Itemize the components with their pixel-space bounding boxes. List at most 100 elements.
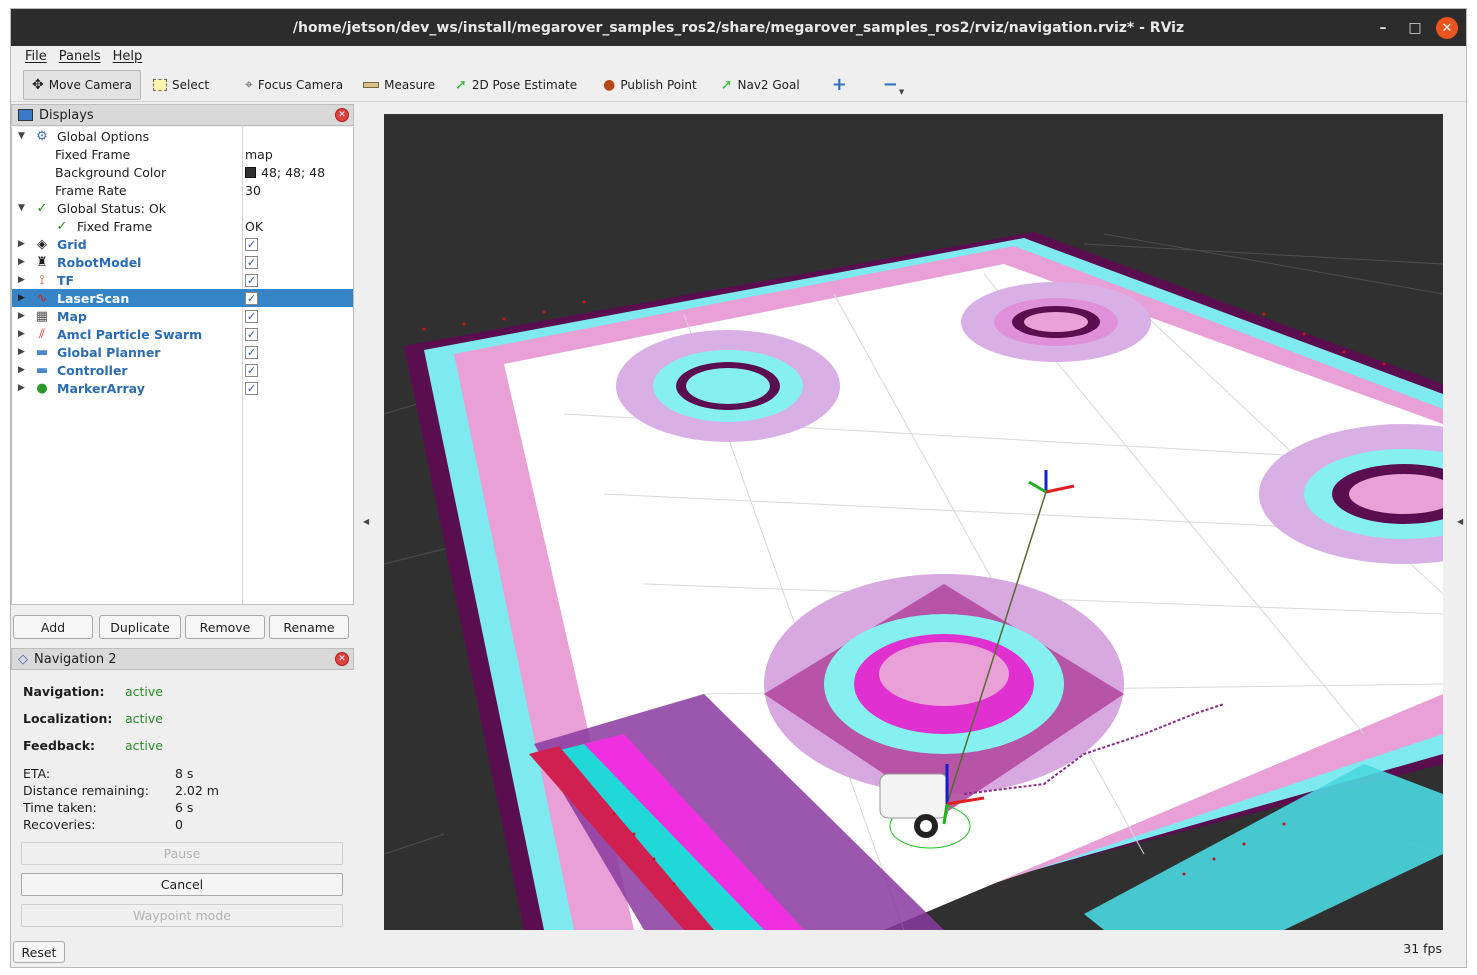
enable-checkbox[interactable]: ✓ bbox=[245, 255, 258, 269]
expand-arrow-icon[interactable]: ▼ bbox=[18, 131, 28, 141]
enable-checkbox[interactable]: ✓ bbox=[245, 381, 258, 395]
expand-arrow-icon[interactable]: ▶ bbox=[18, 293, 28, 303]
display-amcl-particle-swarm[interactable]: ▶ ⫽ Amcl Particle Swarm ✓ bbox=[12, 325, 353, 343]
window-title: /home/jetson/dev_ws/install/megarover_sa… bbox=[292, 19, 1185, 36]
distance-row: Distance remaining: 2.02 m bbox=[23, 782, 342, 799]
menu-panels[interactable]: Panels bbox=[53, 49, 107, 64]
enable-checkbox[interactable]: ✓ bbox=[245, 327, 258, 341]
publish-point-tool[interactable]: ● Publish Point bbox=[595, 70, 705, 100]
navigation-panel-body: Navigation: active Localization: active … bbox=[11, 670, 354, 935]
expand-arrow-icon[interactable]: ▶ bbox=[18, 239, 28, 249]
fixed-frame-value[interactable]: map bbox=[245, 147, 273, 162]
distance-label: Distance remaining: bbox=[23, 783, 149, 798]
display-global-planner[interactable]: ▶ ▬ Global Planner ✓ bbox=[12, 343, 353, 361]
focus-camera-label: Focus Camera bbox=[257, 77, 344, 92]
gear-icon: ⚙ bbox=[36, 128, 48, 144]
robot-icon: ♜ bbox=[36, 254, 48, 270]
remove-tool-button[interactable]: − ▼ bbox=[875, 70, 912, 100]
frame-rate-value[interactable]: 30 bbox=[245, 183, 261, 198]
menu-file[interactable]: File bbox=[19, 49, 53, 64]
color-swatch bbox=[245, 166, 256, 178]
remove-display-button[interactable]: Remove bbox=[185, 615, 265, 639]
display-grid[interactable]: ▶ ◈ Grid ✓ bbox=[12, 235, 353, 253]
measure-tool[interactable]: Measure bbox=[355, 70, 443, 100]
tree-row-frame-rate[interactable]: Frame Rate 30 bbox=[12, 181, 353, 199]
checkmark-icon: ✓ bbox=[36, 200, 48, 216]
pose-estimate-tool[interactable]: ➚ 2D Pose Estimate bbox=[447, 70, 585, 100]
tree-row-status-fixed-frame[interactable]: ✓ Fixed Frame OK bbox=[12, 217, 353, 235]
expand-arrow-icon[interactable]: ▶ bbox=[18, 311, 28, 321]
distance-value: 2.02 m bbox=[175, 783, 219, 798]
plus-icon: + bbox=[831, 74, 847, 95]
display-name: Global Planner bbox=[57, 344, 161, 360]
displays-panel-header: Displays ✕ bbox=[11, 104, 354, 126]
expand-arrow-icon[interactable]: ▶ bbox=[18, 275, 28, 285]
add-tool-button[interactable]: + bbox=[824, 70, 855, 100]
maximize-button[interactable]: □ bbox=[1404, 17, 1426, 39]
map-pin-icon: ● bbox=[603, 76, 616, 93]
display-name: RobotModel bbox=[57, 254, 142, 270]
add-display-button[interactable]: Add bbox=[13, 615, 93, 639]
select-tool[interactable]: Select bbox=[145, 70, 217, 100]
tree-row-global-options[interactable]: ▼ ⚙ Global Options bbox=[12, 127, 353, 145]
navigation-close-button[interactable]: ✕ bbox=[335, 652, 349, 666]
ruler-icon bbox=[363, 81, 380, 88]
frame-rate-label: Frame Rate bbox=[55, 182, 127, 198]
navigation-status: Navigation: active bbox=[23, 678, 342, 705]
displays-button-row: Add Duplicate Remove Rename bbox=[11, 605, 354, 649]
laser-scan-icon: ∿ bbox=[36, 290, 48, 306]
display-robotmodel[interactable]: ▶ ♜ RobotModel ✓ bbox=[12, 253, 353, 271]
expand-arrow-icon[interactable]: ▶ bbox=[18, 383, 28, 393]
3d-viewport[interactable] bbox=[384, 114, 1443, 930]
enable-checkbox[interactable]: ✓ bbox=[245, 345, 258, 359]
tree-row-background-color[interactable]: Background Color 48; 48; 48 bbox=[12, 163, 353, 181]
focus-camera-tool[interactable]: ⌖ Focus Camera bbox=[237, 70, 351, 100]
expand-arrow-icon[interactable]: ▼ bbox=[18, 203, 28, 213]
collapse-left-arrow-icon[interactable]: ◀ bbox=[363, 517, 369, 526]
particle-icon: ⫽ bbox=[39, 326, 45, 342]
recoveries-label: Recoveries: bbox=[23, 817, 96, 832]
move-camera-tool[interactable]: ✥ Move Camera bbox=[23, 69, 141, 100]
map-render bbox=[384, 232, 1443, 930]
enable-checkbox[interactable]: ✓ bbox=[245, 237, 258, 251]
rename-display-button[interactable]: Rename bbox=[269, 615, 349, 639]
monitor-icon bbox=[18, 109, 33, 121]
display-controller[interactable]: ▶ ▬ Controller ✓ bbox=[12, 361, 353, 379]
expand-arrow-icon[interactable]: ▶ bbox=[18, 257, 28, 267]
display-name: MarkerArray bbox=[57, 380, 145, 396]
background-color-value[interactable]: 48; 48; 48 bbox=[245, 165, 325, 180]
localization-status: Localization: active bbox=[23, 705, 342, 732]
diamond-icon: ◇ bbox=[18, 651, 28, 667]
displays-close-button[interactable]: ✕ bbox=[335, 108, 349, 122]
expand-arrow-icon[interactable]: ▶ bbox=[18, 347, 28, 357]
nav2-goal-tool[interactable]: ➚ Nav2 Goal bbox=[713, 70, 808, 100]
duplicate-display-button[interactable]: Duplicate bbox=[99, 615, 181, 639]
time-row: Time taken: 6 s bbox=[23, 799, 342, 816]
enable-checkbox[interactable]: ✓ bbox=[245, 291, 258, 305]
select-icon bbox=[153, 78, 167, 91]
localization-value: active bbox=[125, 711, 163, 726]
display-tf[interactable]: ▶ ⟟ TF ✓ bbox=[12, 271, 353, 289]
enable-checkbox[interactable]: ✓ bbox=[245, 273, 258, 287]
focus-camera-icon: ⌖ bbox=[245, 76, 253, 93]
display-map[interactable]: ▶ ▦ Map ✓ bbox=[12, 307, 353, 325]
eta-label: ETA: bbox=[23, 766, 51, 781]
cancel-button[interactable]: Cancel bbox=[21, 873, 343, 896]
map-icon: ▦ bbox=[35, 308, 49, 324]
navigation-panel-header: ◇ Navigation 2 ✕ bbox=[11, 648, 354, 670]
collapse-right-arrow-icon[interactable]: ◀ bbox=[1457, 517, 1463, 526]
display-laserscan[interactable]: ▶ ∿ LaserScan ✓ bbox=[12, 289, 353, 307]
reset-button[interactable]: Reset bbox=[13, 941, 65, 963]
minimize-button[interactable]: – bbox=[1372, 17, 1394, 39]
pause-button[interactable]: Pause bbox=[21, 842, 343, 865]
menu-help[interactable]: Help bbox=[107, 49, 149, 64]
close-window-button[interactable]: ✕ bbox=[1436, 17, 1458, 39]
tree-row-fixed-frame[interactable]: Fixed Frame map bbox=[12, 145, 353, 163]
expand-arrow-icon[interactable]: ▶ bbox=[18, 365, 28, 375]
display-markerarray[interactable]: ▶ ● MarkerArray ✓ bbox=[12, 379, 353, 397]
enable-checkbox[interactable]: ✓ bbox=[245, 309, 258, 323]
tree-row-global-status[interactable]: ▼ ✓ Global Status: Ok bbox=[12, 199, 353, 217]
waypoint-mode-button[interactable]: Waypoint mode bbox=[21, 904, 343, 927]
expand-arrow-icon[interactable]: ▶ bbox=[18, 329, 28, 339]
enable-checkbox[interactable]: ✓ bbox=[245, 363, 258, 377]
